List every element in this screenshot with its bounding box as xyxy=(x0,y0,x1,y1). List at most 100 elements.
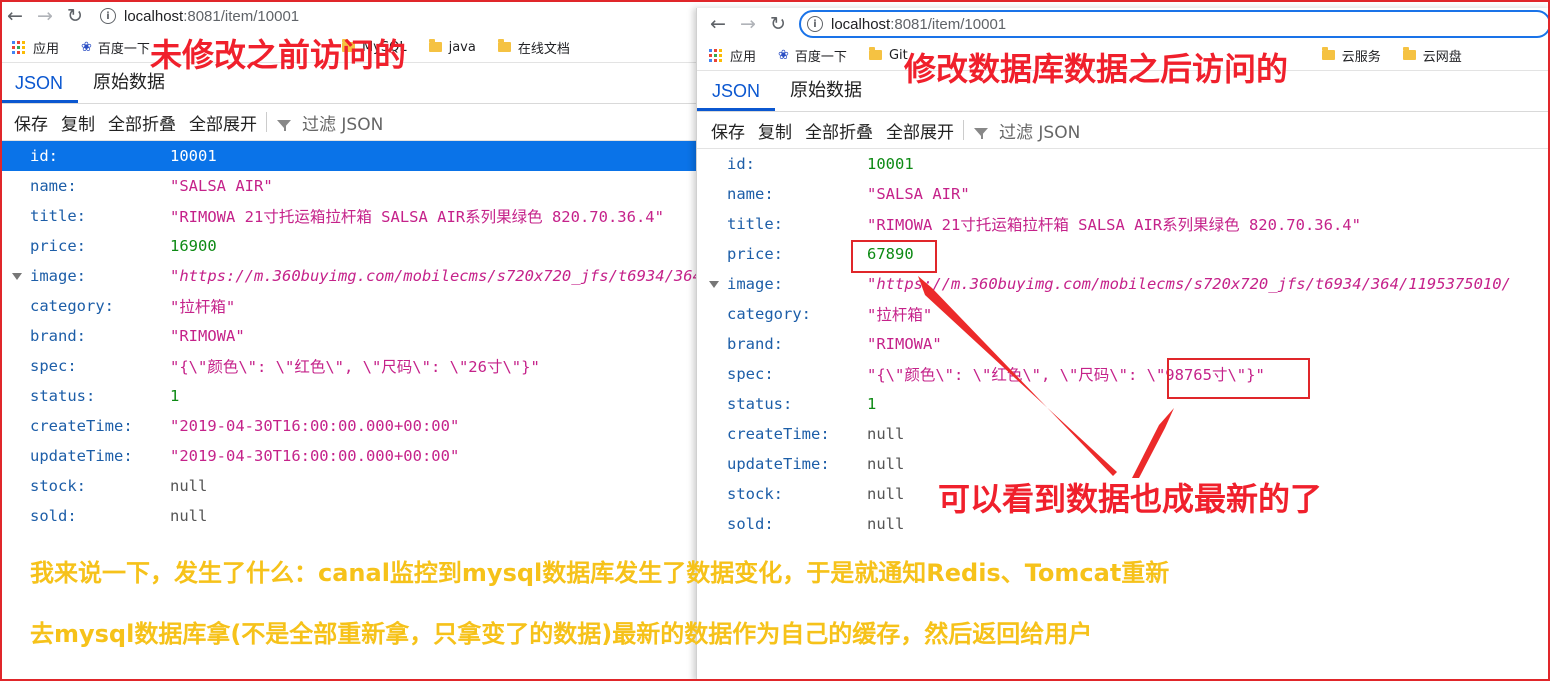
expand-all-button[interactable]: 全部展开 xyxy=(886,118,954,143)
json-row[interactable]: image: "https://m.360buyimg.com/mobilecms… xyxy=(0,261,696,291)
json-value: null xyxy=(867,515,905,533)
json-row[interactable]: name: "SALSA AIR" xyxy=(697,179,1550,209)
json-value: "https://m.360buyimg.com/mobilecms/s720x… xyxy=(867,275,1511,293)
bookmark-folder[interactable]: 云服务 xyxy=(1321,46,1381,65)
json-value: "RIMOWA" xyxy=(867,335,942,353)
json-value: 10001 xyxy=(867,155,914,173)
json-value: "SALSA AIR" xyxy=(867,185,970,203)
json-key: spec: xyxy=(727,365,774,383)
json-value: 1 xyxy=(170,387,180,405)
address-bar[interactable]: i localhost:8081/item/10001 xyxy=(94,4,696,28)
json-toolbar: 保存 复制 全部折叠 全部展开 过滤 JSON xyxy=(697,112,1550,149)
json-key: sold: xyxy=(30,507,77,525)
annotation-newest: 可以看到数据也成最新的了 xyxy=(938,480,1323,518)
json-value: null xyxy=(170,477,208,495)
json-row[interactable]: spec: "{\"颜色\": \"红色\", \"尺码\": \"98765寸\… xyxy=(697,359,1550,389)
forward-arrow-icon[interactable]: → xyxy=(733,9,763,39)
json-row[interactable]: brand: "RIMOWA" xyxy=(697,329,1550,359)
json-row[interactable]: title: "RIMOWA 21寸托运箱拉杆箱 SALSA AIR系列果绿色 8… xyxy=(697,209,1550,239)
bookmark-folder[interactable]: java xyxy=(428,39,476,55)
annotation-after: 修改数据库数据之后访问的 xyxy=(904,50,1289,88)
filter-json-button[interactable]: 过滤 JSON xyxy=(277,110,383,135)
json-row[interactable]: updateTime: "2019-04-30T16:00:00.000+00:0… xyxy=(0,441,696,471)
expand-caret-icon[interactable] xyxy=(709,280,719,288)
reload-icon[interactable]: ↻ xyxy=(60,1,90,31)
json-key: title: xyxy=(727,215,783,233)
json-value: 16900 xyxy=(170,237,217,255)
json-tree: id: 10001 name: "SALSA AIR" title: "RIMOWA 21… xyxy=(0,141,696,531)
json-toolbar: 保存 复制 全部折叠 全部展开 过滤 JSON xyxy=(0,104,696,141)
forward-arrow-icon[interactable]: → xyxy=(30,1,60,31)
folder-icon xyxy=(1402,47,1416,60)
json-key: updateTime: xyxy=(727,455,830,473)
bookmark-baidu[interactable]: ❀ 百度一下 xyxy=(81,38,150,57)
json-value: "拉杆箱" xyxy=(867,306,933,324)
bookmark-folder[interactable]: 云网盘 xyxy=(1402,46,1462,65)
json-row[interactable]: status: 1 xyxy=(697,389,1550,419)
json-row[interactable]: status: 1 xyxy=(0,381,696,411)
json-key: status: xyxy=(727,395,793,413)
json-value: "RIMOWA 21寸托运箱拉杆箱 SALSA AIR系列果绿色 820.70.… xyxy=(867,216,1361,234)
json-row[interactable]: brand: "RIMOWA" xyxy=(0,321,696,351)
back-arrow-icon[interactable]: ← xyxy=(0,1,30,31)
json-row[interactable]: createTime: "2019-04-30T16:00:00.000+00:0… xyxy=(0,411,696,441)
json-value: null xyxy=(867,425,905,443)
tab-raw-data[interactable]: 原始数据 xyxy=(775,76,877,111)
apps-grid-icon xyxy=(12,40,25,54)
json-row[interactable]: price: 16900 xyxy=(0,231,696,261)
address-bar[interactable]: i localhost:8081/item/10001 xyxy=(799,10,1550,38)
save-button[interactable]: 保存 xyxy=(14,110,48,135)
save-button[interactable]: 保存 xyxy=(711,118,745,143)
copy-button[interactable]: 复制 xyxy=(758,118,792,143)
json-row[interactable]: id: 10001 xyxy=(697,149,1550,179)
json-key: price: xyxy=(30,237,86,255)
folder-icon xyxy=(428,39,442,52)
bookmark-apps[interactable]: 应用 xyxy=(12,38,59,57)
back-arrow-icon[interactable]: ← xyxy=(703,9,733,39)
json-row[interactable]: sold: null xyxy=(0,501,696,531)
json-row[interactable]: image: "https://m.360buyimg.com/mobilecms… xyxy=(697,269,1550,299)
bookmark-baidu[interactable]: ❀ 百度一下 xyxy=(778,46,847,65)
json-row[interactable]: stock: null xyxy=(0,471,696,501)
tab-json[interactable]: JSON xyxy=(697,81,776,111)
json-row[interactable]: title: "RIMOWA 21寸托运箱拉杆箱 SALSA AIR系列果绿色 8… xyxy=(0,201,696,231)
json-key: id: xyxy=(727,155,755,173)
json-row[interactable]: name: "SALSA AIR" xyxy=(0,171,696,201)
copy-button[interactable]: 复制 xyxy=(61,110,95,135)
tab-json[interactable]: JSON xyxy=(0,73,79,103)
url-path: :8081/item/10001 xyxy=(890,15,1007,33)
json-row[interactable]: price: 67890 xyxy=(697,239,1550,269)
url-host: localhost xyxy=(831,15,891,33)
json-row[interactable]: spec: "{\"颜色\": \"红色\", \"尺码\": \"26寸\"}" xyxy=(0,351,696,381)
collapse-all-button[interactable]: 全部折叠 xyxy=(108,110,176,135)
json-value: "SALSA AIR" xyxy=(170,177,273,195)
folder-icon xyxy=(1321,47,1335,60)
json-value: "拉杆箱" xyxy=(170,298,236,316)
folder-icon xyxy=(497,39,511,52)
json-key: id: xyxy=(30,147,58,165)
info-icon[interactable]: i xyxy=(100,8,116,24)
json-row[interactable]: createTime: null xyxy=(697,419,1550,449)
expand-all-button[interactable]: 全部展开 xyxy=(189,110,257,135)
json-row[interactable]: id: 10001 xyxy=(0,141,696,171)
json-key: createTime: xyxy=(30,417,133,435)
baidu-paw-icon: ❀ xyxy=(778,47,789,63)
json-key: brand: xyxy=(30,327,86,345)
reload-icon[interactable]: ↻ xyxy=(763,9,793,39)
expand-caret-icon[interactable] xyxy=(12,272,22,280)
json-value: null xyxy=(867,455,905,473)
nav-bar: ← → ↻ i localhost:8081/item/10001 xyxy=(697,8,1550,40)
json-row[interactable]: category: "拉杆箱" xyxy=(0,291,696,321)
bookmark-folder[interactable]: 在线文档 xyxy=(497,38,570,57)
bookmark-folder[interactable]: Git xyxy=(868,47,908,63)
collapse-all-button[interactable]: 全部折叠 xyxy=(805,118,873,143)
json-row[interactable]: category: "拉杆箱" xyxy=(697,299,1550,329)
filter-json-button[interactable]: 过滤 JSON xyxy=(974,118,1080,143)
json-value: "RIMOWA" xyxy=(170,327,245,345)
json-key: name: xyxy=(727,185,774,203)
json-key: image: xyxy=(30,267,86,285)
annotation-before: 未修改之前访问的 xyxy=(150,36,407,74)
json-key: stock: xyxy=(30,477,86,495)
info-icon[interactable]: i xyxy=(807,16,823,32)
bookmark-apps[interactable]: 应用 xyxy=(709,46,756,65)
